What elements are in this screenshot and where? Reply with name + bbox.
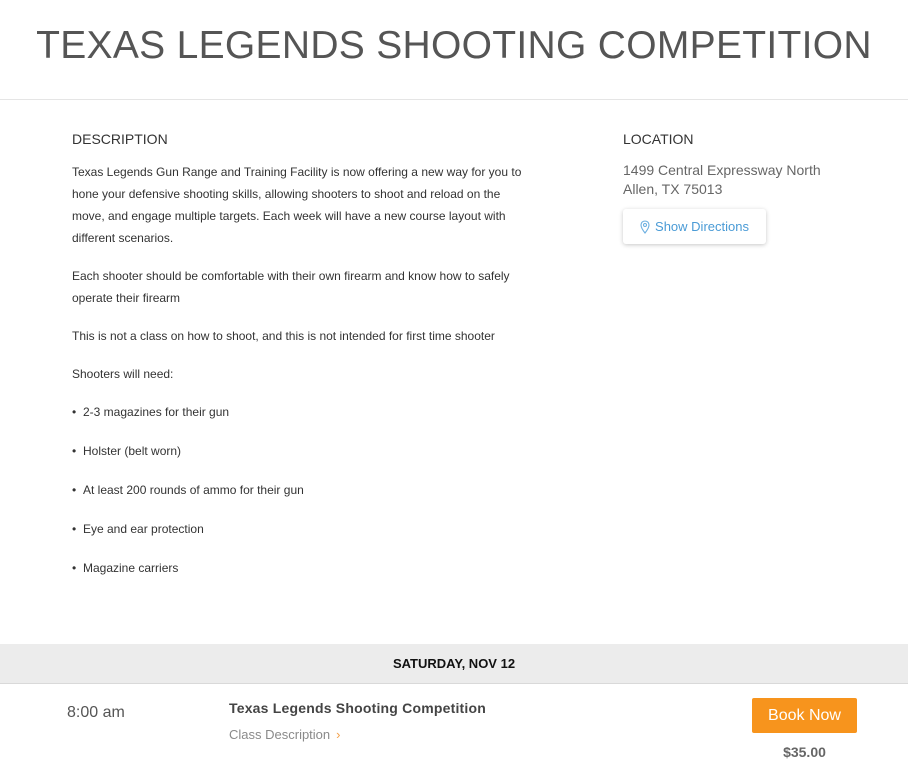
list-item: • Eye and ear protection bbox=[72, 518, 522, 557]
list-item-text: 2-3 magazines for their gun bbox=[83, 405, 230, 419]
bullet: • bbox=[72, 405, 77, 419]
description-paragraph: Each shooter should be comfortable with … bbox=[72, 269, 510, 305]
title-divider bbox=[0, 99, 908, 100]
class-description-link[interactable]: Class Description › bbox=[229, 727, 341, 742]
description-paragraph: Texas Legends Gun Range and Training Fac… bbox=[72, 165, 522, 245]
page-title: TEXAS LEGENDS SHOOTING COMPETITION bbox=[36, 24, 872, 67]
show-directions-label: Show Directions bbox=[655, 219, 749, 234]
location-heading: LOCATION bbox=[623, 131, 694, 147]
list-item: • 2-3 magazines for their gun bbox=[72, 401, 522, 440]
bullet: • bbox=[72, 522, 77, 536]
description-body: Texas Legends Gun Range and Training Fac… bbox=[72, 161, 522, 596]
list-item-text: At least 200 rounds of ammo for their gu… bbox=[83, 483, 304, 497]
list-item: • At least 200 rounds of ammo for their g… bbox=[72, 479, 522, 518]
description-paragraph: This is not a class on how to shoot, and… bbox=[72, 329, 495, 343]
address-line-1: 1499 Central Expressway North bbox=[623, 162, 821, 178]
session-time: 8:00 am bbox=[67, 704, 125, 721]
date-header: SATURDAY, NOV 12 bbox=[0, 644, 908, 684]
list-item-text: Holster (belt worn) bbox=[83, 444, 182, 458]
list-item: • Holster (belt worn) bbox=[72, 440, 522, 479]
session-price: $35.00 bbox=[783, 744, 826, 760]
list-item-text: Eye and ear protection bbox=[83, 522, 204, 536]
list-item-text: Magazine carriers bbox=[83, 561, 179, 575]
class-description-label: Class Description bbox=[229, 727, 331, 742]
session-title: Texas Legends Shooting Competition bbox=[229, 700, 486, 716]
show-directions-button[interactable]: Show Directions bbox=[623, 209, 766, 244]
requirements-list: • 2-3 magazines for their gun • Holster (b… bbox=[72, 401, 522, 596]
description-heading: DESCRIPTION bbox=[72, 131, 168, 147]
address-line-2: Allen, TX 75013 bbox=[623, 181, 723, 197]
list-item: • Magazine carriers bbox=[72, 557, 522, 596]
description-paragraph: Shooters will need: bbox=[72, 367, 174, 381]
bullet: • bbox=[72, 561, 77, 575]
book-now-button[interactable]: Book Now bbox=[752, 698, 857, 733]
bullet: • bbox=[72, 483, 77, 497]
location-address: 1499 Central Expressway North Allen, TX … bbox=[623, 161, 821, 199]
chevron-right-icon: › bbox=[336, 727, 341, 742]
bullet: • bbox=[72, 444, 77, 458]
map-pin-icon bbox=[640, 219, 650, 234]
